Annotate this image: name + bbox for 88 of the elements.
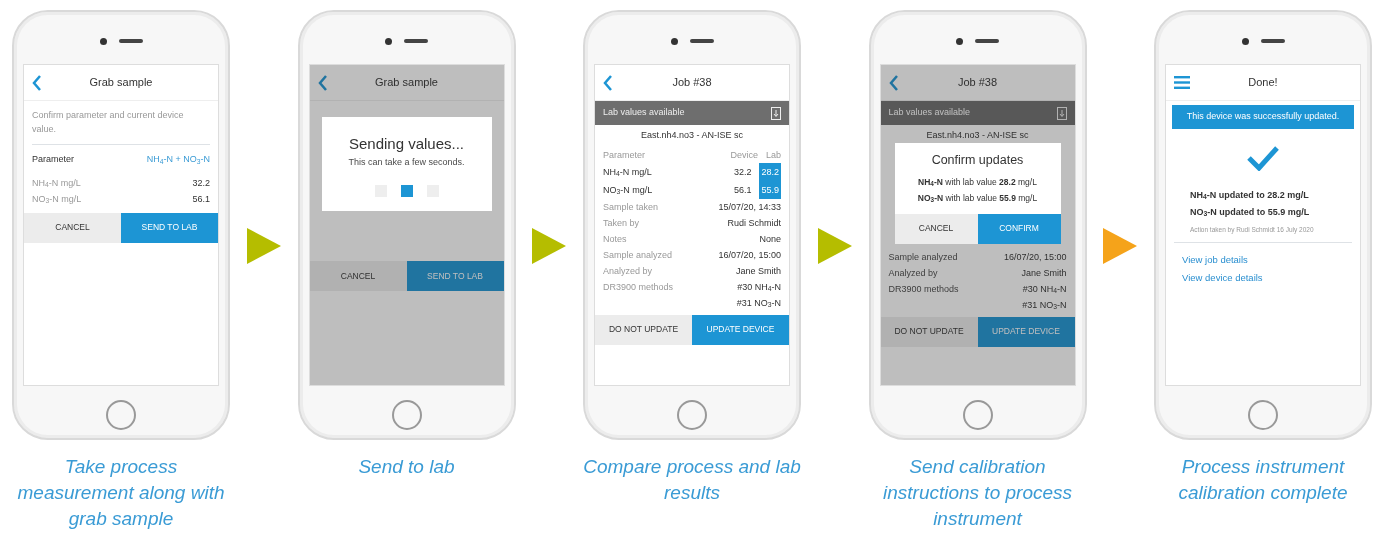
cancel-button[interactable]: CANCEL	[24, 212, 121, 243]
update-text: NH$_{4}$-N updated to 28.2 mg/L	[1190, 188, 1310, 203]
cancel-button[interactable]: DO NOT UPDATE	[880, 316, 978, 347]
field-label: Analyzed by	[603, 264, 653, 278]
field-value: 15/07/20, 14:33	[718, 200, 781, 214]
primary-button[interactable]: UPDATE DEVICE	[977, 316, 1075, 347]
dialog-text: NH$_{4}$-N with lab value 28.2 mg/L	[917, 175, 1038, 190]
back-icon	[317, 74, 328, 91]
check-icon	[1246, 144, 1280, 171]
cancel-button[interactable]: CANCEL	[894, 213, 978, 244]
field-value: Rudi Schmidt	[727, 216, 781, 230]
primary-button[interactable]: SEND TO LAB	[406, 261, 504, 291]
step-caption: Compare process and lab results	[582, 455, 802, 505]
success-banner: This device was successfully updated.	[1172, 105, 1354, 129]
camera-icon	[385, 37, 392, 45]
menu-icon	[1174, 76, 1190, 89]
speaker-icon	[404, 39, 428, 43]
field-label: NH$_{4}$-N mg/L	[603, 165, 653, 180]
update-text: NO$_{3}$-N updated to 55.9 mg/L	[1190, 205, 1311, 220]
field-label: Taken by	[603, 216, 640, 230]
primary-button[interactable]: SEND TO LAB	[121, 212, 218, 243]
back-icon	[888, 74, 899, 91]
camera-icon	[99, 37, 107, 45]
field-label: Sample taken	[603, 200, 659, 214]
column-header: Lab	[765, 148, 781, 162]
speaker-icon	[689, 39, 714, 43]
field-value: Jane Smith	[735, 264, 781, 278]
screen-title: Job #38	[671, 75, 713, 91]
device-name: East.nh4.no3 - AN-ISE sc	[639, 129, 745, 142]
screen-title: Done!	[1247, 75, 1279, 91]
step-caption: Take process measurement along with grab sample	[16, 455, 226, 531]
speaker-icon	[975, 39, 999, 43]
parameter-value: NH$_{4}$-N + NO$_{3}$-N	[146, 153, 210, 167]
banner-text: Lab values available	[888, 106, 971, 120]
field-label: NH$_{4}$-N mg/L	[32, 176, 81, 191]
field-label: NO$_{3}$-N mg/L	[32, 192, 82, 207]
lab-value: 28.2	[759, 162, 781, 181]
device-value: 32.2	[733, 165, 752, 179]
step-caption: Send calibration instructions to process instrument	[882, 455, 1073, 531]
field-value: 32.2	[192, 176, 210, 190]
download-icon	[771, 106, 781, 120]
camera-icon	[1241, 37, 1249, 45]
camera-icon	[956, 37, 963, 45]
details-link[interactable]: View device details	[1182, 272, 1263, 284]
field-label: Analyzed by	[888, 266, 938, 280]
field-value: 56.1	[192, 192, 210, 206]
dialog-text: NO$_{3}$-N with lab value 55.9 mg/L	[916, 191, 1039, 206]
screen-title: Grab sample	[88, 75, 154, 91]
screen-title: Grab sample	[374, 75, 439, 91]
field-label: DR3900 methods	[603, 280, 674, 294]
column-header: Parameter	[603, 148, 647, 162]
field-label: Notes	[603, 232, 627, 246]
field-value: #30 NH$_{4}$-N	[736, 280, 781, 295]
field-value: Jane Smith	[1021, 266, 1067, 280]
cancel-button[interactable]: DO NOT UPDATE	[595, 314, 692, 345]
field-label: DR3900 methods	[888, 282, 959, 296]
dialog-title: Sending values...	[347, 134, 466, 154]
device-name: East.nh4.no3 - AN-ISE sc	[925, 129, 1030, 142]
field-value: #31 NO$_{3}$-N	[1022, 298, 1067, 313]
field-label: Parameter	[32, 153, 75, 166]
primary-button[interactable]: CONFIRM	[977, 213, 1061, 244]
field-value: 16/07/20, 15:00	[718, 248, 781, 262]
details-link[interactable]: View job details	[1182, 254, 1248, 266]
field-label: Sample analyzed	[888, 250, 958, 264]
menu-button[interactable]	[1174, 76, 1192, 89]
cancel-button[interactable]: CANCEL	[309, 261, 407, 291]
intro-text: Confirm parameter and current device value.	[32, 101, 210, 145]
field-value: #30 NH$_{4}$-N	[1022, 282, 1067, 297]
field-value: #31 NO$_{3}$-N	[736, 296, 781, 311]
banner-text: Lab values available	[603, 106, 685, 120]
field-value: 16/07/20, 15:00	[1003, 250, 1067, 264]
step-caption: Process instrument calibration complete	[1177, 455, 1349, 505]
dialog-title: Confirm updates	[930, 152, 1025, 169]
download-icon	[1056, 106, 1067, 120]
back-icon	[603, 74, 613, 91]
dialog-text: This can take a few seconds.	[347, 155, 466, 169]
camera-icon	[670, 37, 678, 45]
field-value: None	[759, 232, 781, 246]
speaker-icon	[118, 39, 143, 43]
back-icon	[32, 74, 42, 91]
primary-button[interactable]: UPDATE DEVICE	[692, 314, 789, 345]
column-header: Device	[730, 148, 758, 162]
field-label: Sample analyzed	[603, 248, 673, 262]
step-caption: Send to lab	[357, 455, 456, 479]
field-label: NO$_{3}$-N mg/L	[603, 183, 654, 198]
device-value: 56.1	[733, 183, 752, 197]
speaker-icon	[1260, 39, 1285, 43]
screen-title: Job #38	[956, 75, 999, 91]
